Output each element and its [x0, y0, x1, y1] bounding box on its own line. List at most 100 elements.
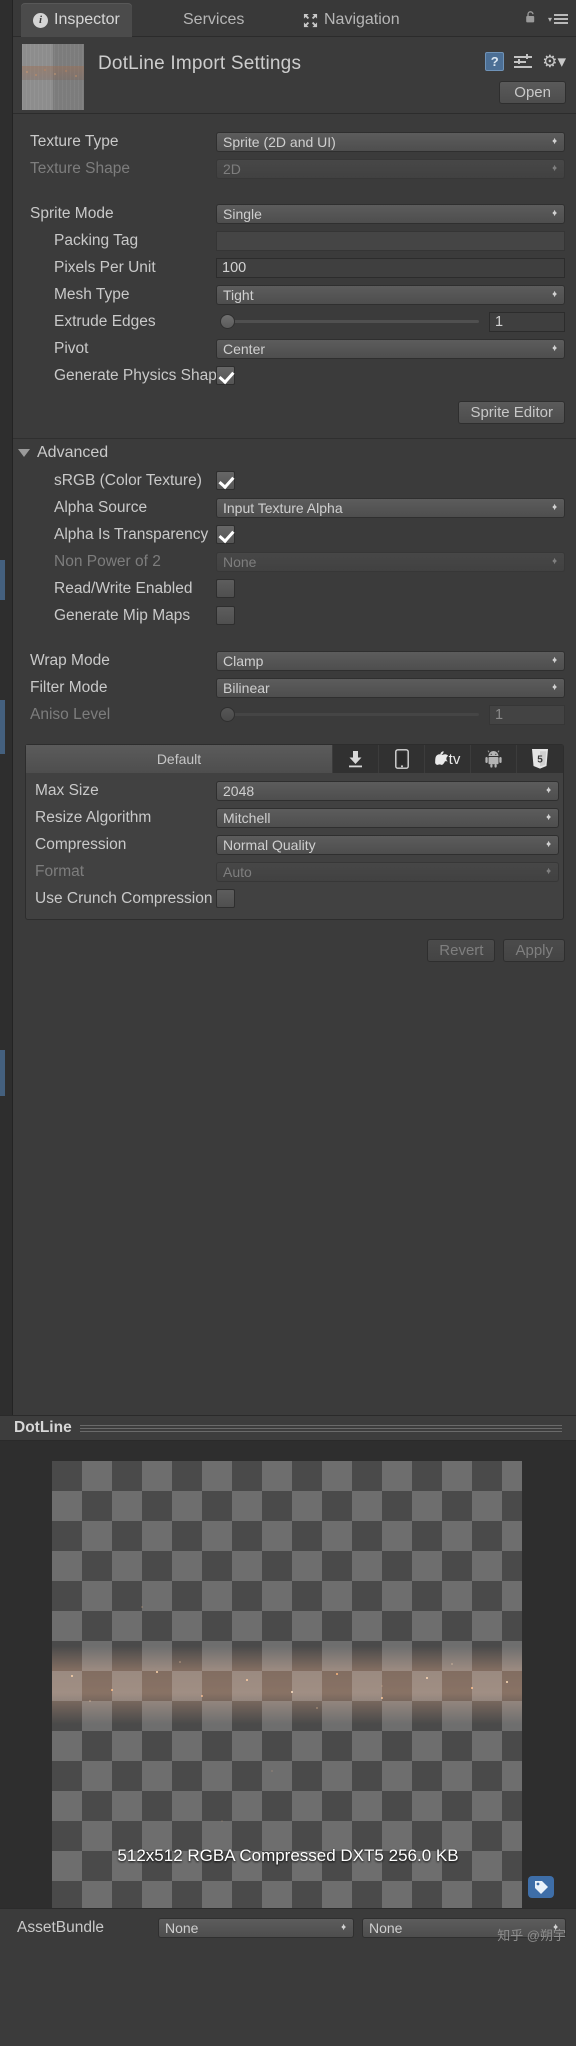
open-button[interactable]: Open: [499, 81, 566, 104]
texture-type-dropdown[interactable]: Sprite (2D and UI) ▲ ▼: [216, 131, 565, 152]
platform-tab-tvos[interactable]: tv: [425, 745, 471, 773]
preset-icon[interactable]: [514, 53, 533, 70]
gear-icon[interactable]: ⚙▾: [542, 53, 566, 70]
row-read-write-enabled: Read/Write Enabled: [13, 575, 576, 602]
slider-handle[interactable]: [220, 314, 235, 329]
aniso-level-label: Aniso Level: [30, 705, 111, 723]
platform-tab-label: Default: [156, 751, 202, 767]
tab-navigation[interactable]: Navigation: [291, 3, 412, 37]
help-icon[interactable]: ?: [485, 52, 505, 71]
alpha-source-dropdown[interactable]: Input Texture Alpha ▲ ▼: [216, 497, 565, 518]
use-crunch-compression-checkbox[interactable]: [216, 889, 235, 908]
ios-phone-icon: [394, 749, 409, 769]
chevron-updown-icon: ▲ ▼: [545, 785, 552, 795]
compression-dropdown[interactable]: Normal Quality ▲ ▼: [216, 834, 559, 855]
drag-handle-lines[interactable]: [79, 1424, 562, 1432]
packing-tag-input[interactable]: [216, 230, 565, 251]
gutter-tick: [0, 700, 5, 754]
resize-algorithm-value: Mitchell: [223, 809, 271, 826]
wrap-mode-dropdown[interactable]: Clamp ▲ ▼: [216, 650, 565, 671]
page-title: DotLine Import Settings: [98, 53, 302, 74]
platform-tab-default[interactable]: Default: [26, 745, 333, 773]
generate-physics-shape-checkbox[interactable]: [216, 366, 235, 385]
hamburger-menu-icon[interactable]: ▾: [548, 12, 568, 26]
max-size-label: Max Size: [35, 781, 99, 799]
row-alpha-is-transparency: Alpha Is Transparency: [13, 521, 576, 548]
row-format: Format Auto ▲ ▼: [26, 858, 563, 885]
pivot-dropdown[interactable]: Center ▲ ▼: [216, 338, 565, 359]
assetbundle-variant-value: None: [369, 1919, 403, 1936]
compression-value: Normal Quality: [223, 836, 316, 853]
row-mesh-type: Mesh Type Tight ▲ ▼: [13, 281, 576, 308]
platform-tab-webgl[interactable]: 5: [517, 745, 563, 773]
sprite-mode-label: Sprite Mode: [30, 204, 114, 222]
standalone-download-icon: [347, 750, 364, 768]
alpha-source-label: Alpha Source: [54, 498, 148, 516]
format-dropdown[interactable]: Auto ▲ ▼: [216, 861, 559, 882]
lock-icon[interactable]: [525, 11, 536, 24]
aniso-level-value-input[interactable]: 1: [489, 704, 565, 725]
sprite-mode-dropdown[interactable]: Single ▲ ▼: [216, 203, 565, 224]
aniso-level-slider[interactable]: [216, 705, 483, 725]
sprite-editor-button[interactable]: Sprite Editor: [458, 400, 565, 424]
platform-settings-panel: Default tv 5 Max Size 2048 ▲ ▼ Resize Al…: [25, 744, 564, 920]
aniso-level-value: 1: [495, 706, 504, 723]
preview-title: DotLine: [14, 1419, 72, 1436]
alpha-is-transparency-checkbox[interactable]: [216, 525, 235, 544]
platform-tab-standalone[interactable]: [333, 745, 379, 773]
gutter-tick: [0, 560, 5, 600]
max-size-dropdown[interactable]: 2048 ▲ ▼: [216, 780, 559, 801]
extrude-edges-value-input[interactable]: 1: [489, 311, 565, 332]
non-power-of-2-dropdown[interactable]: None ▲ ▼: [216, 551, 565, 572]
row-resize-algorithm: Resize Algorithm Mitchell ▲ ▼: [26, 804, 563, 831]
resize-algorithm-dropdown[interactable]: Mitchell ▲ ▼: [216, 807, 559, 828]
filter-mode-dropdown[interactable]: Bilinear ▲ ▼: [216, 677, 565, 698]
row-pixels-per-unit: Pixels Per Unit 100: [13, 254, 576, 281]
svg-text:5: 5: [537, 755, 543, 766]
row-texture-shape: Texture Shape 2D ▲ ▼: [13, 155, 576, 182]
advanced-label: Advanced: [37, 444, 109, 461]
texture-shape-label: Texture Shape: [30, 159, 130, 177]
tag-icon[interactable]: [528, 1876, 554, 1898]
advanced-foldout[interactable]: Advanced: [13, 439, 576, 467]
preview-header[interactable]: DotLine: [0, 1415, 576, 1441]
assetbundle-name-dropdown[interactable]: None ▲ ▼: [158, 1917, 354, 1938]
tab-label: Inspector: [54, 11, 120, 28]
srgb-checkbox[interactable]: [216, 471, 235, 490]
read-write-enabled-checkbox[interactable]: [216, 579, 235, 598]
texture-preview[interactable]: 512x512 RGBA Compressed DXT5 256.0 KB As…: [0, 1441, 576, 1946]
chevron-updown-icon: ▲ ▼: [545, 839, 552, 849]
texture-shape-dropdown[interactable]: 2D ▲ ▼: [216, 158, 565, 179]
mesh-type-value: Tight: [223, 286, 254, 303]
apply-button[interactable]: Apply: [503, 938, 565, 962]
platform-tab-ios[interactable]: [379, 745, 425, 773]
wrap-mode-value: Clamp: [223, 652, 264, 669]
tab-services[interactable]: Services: [171, 3, 256, 37]
apple-tv-icon: tv: [434, 751, 460, 768]
assetbundle-label: AssetBundle: [17, 1918, 105, 1936]
pixels-per-unit-input[interactable]: 100: [216, 257, 565, 278]
chevron-updown-icon: ▲ ▼: [551, 556, 558, 566]
generate-mip-maps-checkbox[interactable]: [216, 606, 235, 625]
srgb-label: sRGB (Color Texture): [54, 471, 202, 489]
mesh-type-dropdown[interactable]: Tight ▲ ▼: [216, 284, 565, 305]
chevron-updown-icon: ▲ ▼: [551, 136, 558, 146]
non-power-of-2-label: Non Power of 2: [54, 552, 161, 570]
tab-label: Services: [183, 11, 245, 28]
revert-button[interactable]: Revert: [427, 938, 496, 962]
inspector-window: i Inspector Services Navigation ▾ DotLin…: [0, 0, 576, 2046]
navigation-icon: [303, 13, 318, 28]
sprite-mode-value: Single: [223, 205, 262, 222]
chevron-updown-icon: ▲ ▼: [340, 1922, 347, 1932]
tab-inspector[interactable]: i Inspector: [21, 3, 132, 37]
chevron-updown-icon: ▲ ▼: [551, 289, 558, 299]
object-header: DotLine Import Settings ? ⚙▾ Open: [13, 37, 576, 114]
slider-handle[interactable]: [220, 707, 235, 722]
chevron-updown-icon: ▲ ▼: [551, 208, 558, 218]
chevron-updown-icon: ▲ ▼: [551, 655, 558, 665]
android-robot-icon: [485, 750, 502, 768]
mesh-type-label: Mesh Type: [54, 285, 130, 303]
row-aniso-level: Aniso Level 1: [13, 701, 576, 728]
extrude-edges-slider[interactable]: [216, 312, 483, 332]
platform-tab-android[interactable]: [471, 745, 517, 773]
